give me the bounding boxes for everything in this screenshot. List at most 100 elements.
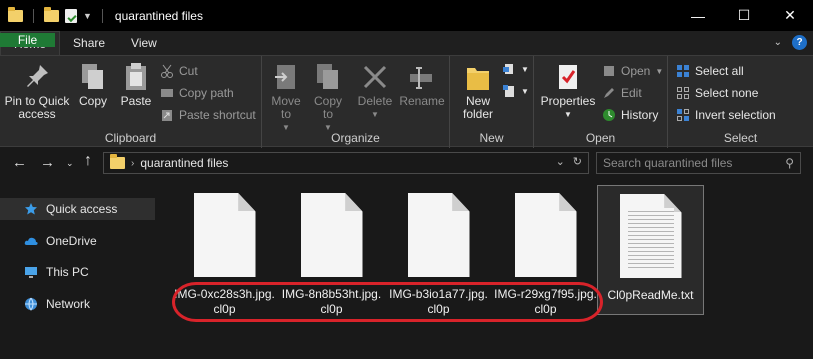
- paste-button[interactable]: Paste: [116, 62, 156, 108]
- pin-to-quick-access-button[interactable]: Pin to Quick access: [4, 62, 70, 121]
- tab-view[interactable]: View: [118, 31, 170, 55]
- file-item[interactable]: IMG-b3io1a77.jpg.cl0p: [385, 185, 492, 317]
- copy-icon: [78, 62, 108, 92]
- easy-access-button[interactable]: ▼: [502, 82, 529, 100]
- new-folder-button[interactable]: New folder: [456, 62, 500, 121]
- new-folder-icon: [463, 62, 493, 92]
- properties-button[interactable]: Properties ▼: [538, 62, 598, 121]
- properties-label: Properties: [540, 94, 596, 108]
- generic-file-icon: [193, 193, 256, 277]
- forward-arrow-icon[interactable]: →: [40, 154, 55, 171]
- delete-dropdown-icon: ▼: [371, 110, 379, 119]
- quick-access-toolbar: ▼: [0, 6, 107, 23]
- move-to-icon: [271, 62, 301, 92]
- paste-shortcut-button[interactable]: Paste shortcut: [160, 106, 256, 124]
- refresh-icon[interactable]: ↻: [573, 155, 582, 168]
- copy-label: Copy: [78, 94, 107, 108]
- recent-locations-chevron-icon[interactable]: ⌄: [66, 158, 74, 169]
- delete-button[interactable]: Delete ▼: [358, 62, 392, 121]
- select-none-button[interactable]: Select none: [676, 84, 758, 102]
- generic-file-icon: [514, 193, 577, 277]
- history-icon: [602, 108, 616, 122]
- ribbon: Pin to Quick access Copy Paste Cut Copy …: [0, 55, 813, 148]
- tab-file[interactable]: File: [0, 33, 55, 47]
- nav-item-network[interactable]: Network: [0, 293, 155, 315]
- move-to-label: Move to: [271, 94, 301, 121]
- network-icon: [24, 297, 38, 311]
- expand-ribbon-chevron-icon[interactable]: ⌄: [774, 37, 782, 48]
- cloud-icon: [24, 234, 38, 248]
- cut-button[interactable]: Cut: [160, 62, 198, 80]
- edit-icon: [602, 86, 616, 100]
- select-group: Select all Select none Invert selection …: [668, 56, 813, 148]
- open-label: Open: [621, 64, 651, 78]
- properties-quick-icon[interactable]: [65, 8, 77, 23]
- new-folder-label: New folder: [462, 94, 494, 121]
- nav-item-onedrive[interactable]: OneDrive: [0, 230, 155, 252]
- new-group-label: New: [479, 131, 504, 145]
- rename-label: Rename: [399, 94, 445, 108]
- minimize-button[interactable]: —: [675, 0, 721, 31]
- close-button[interactable]: ✕: [767, 0, 813, 31]
- new-item-button[interactable]: ▼: [502, 60, 529, 78]
- window-title: quarantined files: [114, 8, 203, 23]
- rename-button[interactable]: Rename: [399, 62, 445, 108]
- search-icon[interactable]: ⚲: [785, 156, 794, 170]
- navigation-bar: ← → ⌄ ↑ › quarantined files ⌄ ↻ ⚲: [0, 148, 813, 178]
- text-file-icon: [619, 194, 682, 278]
- open-icon: [602, 64, 616, 78]
- back-arrow-icon[interactable]: ←: [12, 154, 27, 171]
- folder-icon: [110, 154, 125, 169]
- properties-dropdown-icon: ▼: [564, 110, 572, 119]
- help-icon[interactable]: ?: [792, 35, 807, 50]
- maximize-button[interactable]: ☐: [721, 0, 767, 31]
- open-group-label: Open: [585, 131, 616, 145]
- breadcrumb-separator-icon[interactable]: ›: [131, 158, 134, 169]
- up-arrow-icon[interactable]: ↑: [84, 152, 92, 170]
- nav-item-quick-access[interactable]: Quick access: [0, 198, 155, 220]
- copy-path-button[interactable]: Copy path: [160, 84, 234, 102]
- generic-file-icon: [300, 193, 363, 277]
- tab-share[interactable]: Share: [60, 31, 118, 55]
- select-all-button[interactable]: Select all: [676, 62, 744, 80]
- search-box[interactable]: ⚲: [596, 152, 801, 174]
- new-folder-quick-icon[interactable]: [44, 6, 59, 22]
- title-bar: ▼ quarantined files — ☐ ✕: [0, 0, 813, 31]
- open-dropdown-icon: ▼: [655, 66, 664, 76]
- rename-icon: [407, 62, 437, 92]
- invert-selection-button[interactable]: Invert selection: [676, 106, 776, 124]
- file-item[interactable]: IMG-0xc28s3h.jpg.cl0p: [171, 185, 278, 317]
- history-button[interactable]: History: [602, 106, 658, 124]
- move-to-button[interactable]: Move to ▼: [268, 62, 304, 134]
- delete-label: Delete: [357, 94, 393, 108]
- edit-button[interactable]: Edit: [602, 84, 642, 102]
- file-item-selected[interactable]: Cl0pReadMe.txt: [597, 185, 704, 315]
- customize-toolbar-chevron-icon[interactable]: ▼: [83, 11, 92, 21]
- copy-button[interactable]: Copy: [74, 62, 112, 108]
- address-bar[interactable]: › quarantined files ⌄ ↻: [103, 152, 589, 174]
- search-input[interactable]: [603, 156, 773, 170]
- scissors-icon: [160, 64, 174, 78]
- paste-shortcut-label: Paste shortcut: [179, 108, 256, 122]
- copy-to-button[interactable]: Copy to ▼: [310, 62, 346, 134]
- breadcrumb-item[interactable]: quarantined files: [140, 156, 228, 170]
- file-item[interactable]: IMG-8n8b53ht.jpg.cl0p: [278, 185, 385, 317]
- file-item[interactable]: IMG-r29xg7f95.jpg.cl0p: [492, 185, 599, 317]
- file-name: IMG-b3io1a77.jpg.cl0p: [389, 287, 488, 316]
- new-item-icon: [502, 62, 516, 76]
- select-none-icon: [676, 86, 690, 100]
- select-all-label: Select all: [695, 64, 744, 78]
- invert-selection-icon: [676, 108, 690, 122]
- nav-label: This PC: [46, 265, 89, 279]
- copy-to-icon: [313, 62, 343, 92]
- select-all-icon: [676, 64, 690, 78]
- open-button[interactable]: Open ▼: [602, 62, 663, 80]
- edit-label: Edit: [621, 86, 642, 100]
- computer-icon: [24, 265, 38, 279]
- pin-label: Pin to Quick access: [4, 94, 70, 121]
- divider: [101, 8, 103, 23]
- nav-item-this-pc[interactable]: This PC: [0, 261, 155, 283]
- address-history-chevron-icon[interactable]: ⌄: [556, 155, 565, 168]
- clipboard-icon: [121, 62, 151, 92]
- clipboard-group-label: Clipboard: [104, 131, 157, 145]
